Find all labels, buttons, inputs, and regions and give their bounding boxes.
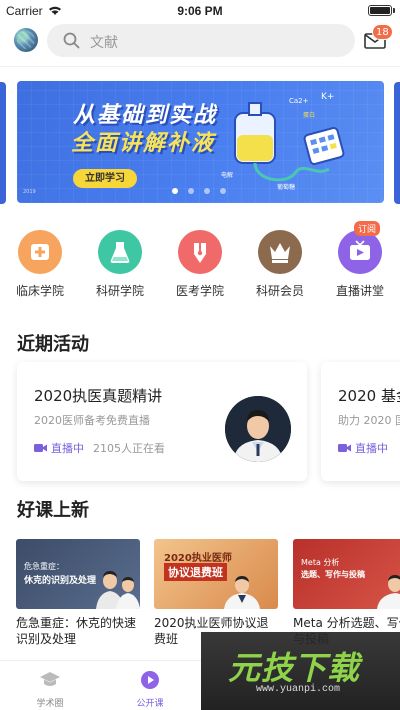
live-video-icon [338,444,351,452]
search-icon [63,32,80,49]
banner-title-line2: 全面讲解补液 [71,131,216,156]
category-research[interactable]: 科研学院 [80,226,160,299]
live-status: 直播中 [355,442,388,455]
banner-year: 2019 [23,189,36,195]
activity-card[interactable]: 2020 基金 助力 2020 国 直播中 [321,362,400,481]
watermark-logo: 元技下载 [228,649,361,687]
course-thumbnail: 2020执业医师 协议退费班 [154,539,278,609]
live-status: 直播中 [51,442,84,455]
category-label: 临床学院 [15,284,64,298]
app-screen: Carrier 9:06 PM 文献 18 从基础到实战 全面讲解补液 立即学习… [0,0,400,710]
course-card[interactable]: Meta 分析 选题、写作与投稿 Meta 分析选题、写作与投稿 [293,539,400,647]
svg-text:电解: 电解 [221,171,233,179]
plus-icon [18,230,62,274]
svg-text:蛋白: 蛋白 [303,111,315,119]
category-exam[interactable]: 医考学院 [160,226,240,299]
section-title-new-courses: 好课上新 [17,500,89,521]
activity-subtitle: 2020医师备考免费直播 [34,414,150,427]
crown-icon [258,230,302,274]
battery-icon [368,5,392,16]
thumb-caption: 休克的识别及处理 [24,576,97,586]
status-bar: Carrier 9:06 PM [0,0,400,22]
tab-label: 学术圈 [36,699,64,709]
svg-text:Ca2+: Ca2+ [289,97,309,105]
search-input[interactable]: 文献 [47,24,355,57]
tab-academic-circle[interactable]: 学术圈 [0,661,100,710]
page-dot[interactable] [188,188,194,194]
play-icon [141,671,159,689]
category-membership[interactable]: 科研会员 [240,226,320,299]
category-label: 医考学院 [175,284,224,298]
activity-title: 2020 基金 [338,387,400,405]
category-clinical[interactable]: 临床学院 [0,226,80,299]
thumb-caption: 选题、写作与投稿 [301,570,365,579]
section-title-activities: 近期活动 [17,334,89,355]
thumb-caption: 危急重症： [24,562,64,571]
course-card[interactable]: 危急重症： 休克的识别及处理 危急重症：休克的快速识别及处理 [16,539,140,647]
tv-icon [338,230,382,274]
tab-label: 公开课 [136,699,164,709]
watermark-url: www.yuanpi.com [256,684,341,695]
flask-icon [98,230,142,274]
banner-learn-button[interactable]: 立即学习 [73,169,137,188]
promo-banner[interactable]: 从基础到实战 全面讲解补液 立即学习 2019 Ca2+ K+ 蛋白 电解 葡萄… [17,81,384,203]
banner-next-peek[interactable] [394,82,400,204]
search-placeholder: 文献 [90,35,118,51]
notification-badge: 18 [372,24,393,40]
header-divider [0,66,400,67]
live-video-icon [34,444,47,452]
teacher-avatar [225,396,291,462]
activity-card[interactable]: 2020执医真题精讲 2020医师备考免费直播 直播中 2105人正在看 [17,362,307,481]
mortarboard-icon [40,672,60,686]
subscribe-badge: 订阅 [354,221,381,236]
category-label: 直播讲堂 [335,284,384,298]
pen-icon [178,230,222,274]
activity-title: 2020执医真题精讲 [34,387,163,405]
course-thumbnail: Meta 分析 选题、写作与投稿 [293,539,400,609]
avatar[interactable] [14,28,38,52]
viewer-count: 2105人正在看 [93,442,165,455]
course-thumbnail: 危急重症： 休克的识别及处理 [16,539,140,609]
iv-bag-illustration: Ca2+ K+ 蛋白 电解 葡萄糖 [221,92,345,191]
page-dot[interactable] [204,188,210,194]
banner-prev-peek[interactable] [0,82,6,204]
page-dot[interactable] [220,188,226,194]
category-label: 科研学院 [95,284,144,298]
activity-subtitle: 助力 2020 国 [338,414,400,427]
tab-open-course[interactable]: 公开课 [100,661,200,710]
svg-text:葡萄糖: 葡萄糖 [277,183,295,191]
clock: 9:06 PM [177,4,223,18]
category-live[interactable]: 直播讲堂 [320,226,400,299]
course-title: 危急重症：休克的快速识别及处理 [16,616,137,646]
svg-text:K+: K+ [321,92,334,102]
category-label: 科研会员 [255,284,304,298]
thumb-caption: 2020执业医师 [164,553,232,564]
thumb-caption: 协议退费班 [164,563,227,581]
thumb-caption: Meta 分析 [301,558,340,567]
page-dot[interactable] [172,188,178,194]
course-card[interactable]: 2020执业医师 协议退费班 2020执业医师协议退费班 [154,539,278,647]
